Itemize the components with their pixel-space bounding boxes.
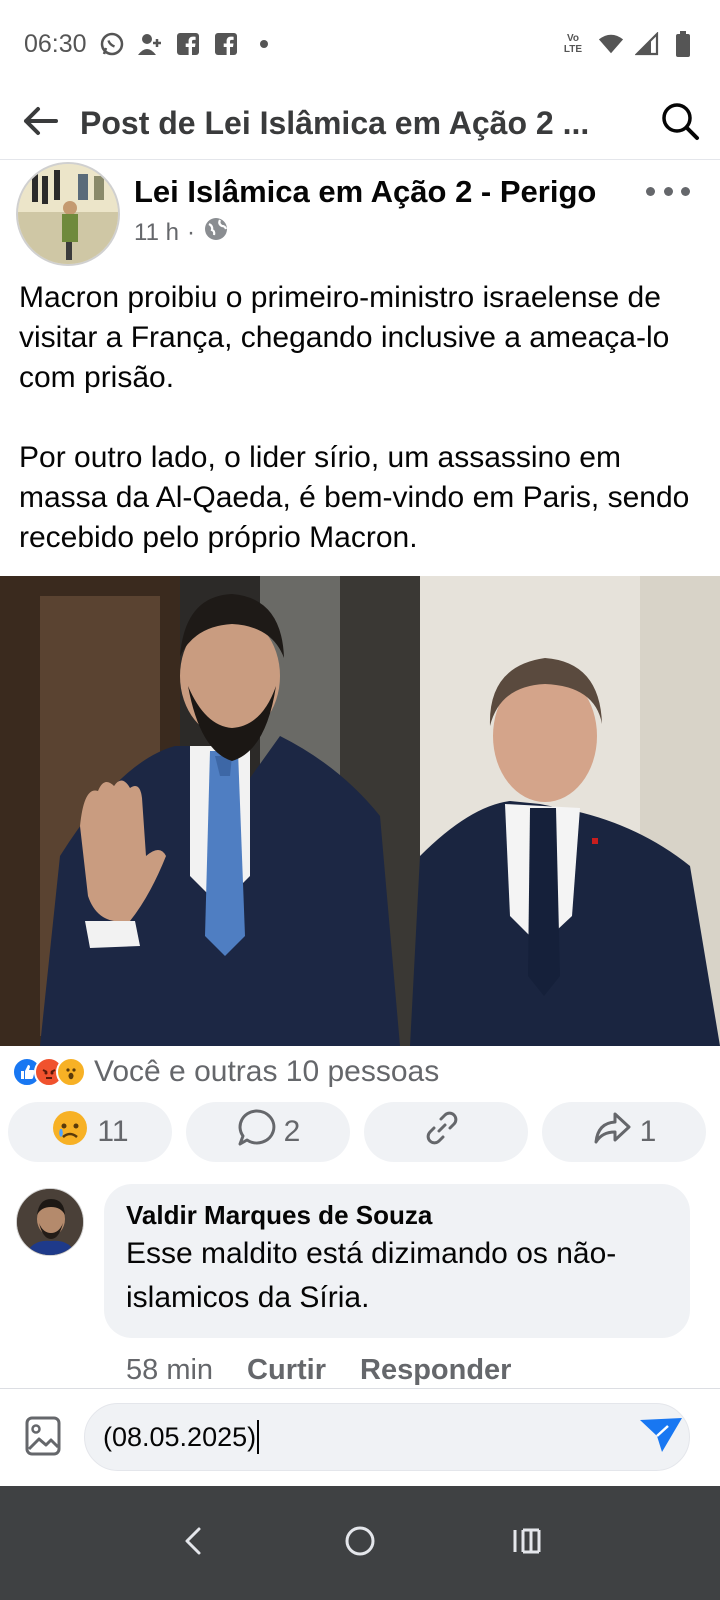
network-label: Vo LTE (563, 33, 583, 55)
person-add-icon (137, 31, 163, 57)
post-photo[interactable] (0, 576, 720, 1046)
top-bar: Post de Lei Islâmica em Ação 2 ... (0, 88, 720, 160)
signal-icon (634, 31, 660, 57)
search-icon (660, 101, 700, 146)
back-button[interactable] (0, 88, 80, 160)
home-circle-icon (344, 1525, 376, 1562)
status-time: 06:30 (24, 29, 87, 58)
like-comment-button[interactable]: Curtir (247, 1354, 326, 1387)
comment-count: 2 (283, 1115, 301, 1148)
sad-emoji-icon (51, 1109, 89, 1155)
whatsapp-icon (99, 31, 125, 57)
page-title: Post de Lei Islâmica em Ação 2 ... (80, 105, 590, 141)
more-options-button[interactable] (646, 176, 690, 206)
comment-bubble[interactable]: Valdir Marques de Souza Esse maldito est… (104, 1184, 690, 1338)
reactions-text: Você e outras 10 pessoas (94, 1055, 440, 1088)
link-icon (422, 1108, 462, 1156)
dot (646, 186, 655, 196)
add-photo-button[interactable] (18, 1413, 68, 1463)
post-paragraph: Macron proibiu o primeiro-ministro israe… (19, 281, 670, 394)
comment-composer: (08.05.2025) (0, 1388, 720, 1486)
reaction-button[interactable]: 11 (8, 1102, 172, 1162)
post-paragraph: Por outro lado, o lider sírio, um assass… (19, 441, 690, 554)
wifi-icon (598, 31, 624, 57)
copy-link-button[interactable] (364, 1102, 528, 1162)
facebook-icon (175, 31, 201, 57)
reactions-summary[interactable]: Você e outras 10 pessoas (12, 1052, 439, 1092)
comment-input-value: (08.05.2025) (103, 1421, 257, 1452)
search-button[interactable] (640, 88, 720, 160)
volte-icon: Vo LTE (558, 31, 588, 57)
comment-button[interactable]: 2 (186, 1102, 350, 1162)
image-icon (24, 1415, 62, 1462)
page-name[interactable]: Lei Islâmica em Ação 2 - Perigo (134, 174, 596, 210)
send-button[interactable] (636, 1411, 686, 1461)
nav-back-button[interactable] (163, 1513, 223, 1573)
arrow-left-icon (22, 106, 58, 141)
facebook-icon (213, 31, 239, 57)
page-avatar[interactable] (16, 162, 120, 266)
comment-actions: 58 min Curtir Responder (126, 1354, 511, 1387)
chevron-left-icon (181, 1526, 205, 1561)
post-text: Macron proibiu o primeiro-ministro israe… (19, 278, 709, 598)
send-icon (638, 1414, 684, 1459)
dot-icon (251, 31, 277, 57)
reaction-count: 11 (97, 1115, 129, 1148)
globe-icon (203, 216, 229, 249)
battery-icon (670, 31, 696, 57)
post-header: Lei Islâmica em Ação 2 - Perigo 11 h · (0, 160, 720, 270)
nav-recents-button[interactable] (497, 1513, 557, 1573)
system-navigation-bar (0, 1486, 720, 1600)
comment-text: Esse maldito está dizimando os não-islam… (126, 1237, 617, 1314)
nav-home-button[interactable] (330, 1513, 390, 1573)
comment-icon (236, 1108, 276, 1156)
post-meta: 11 h · (134, 216, 229, 249)
comment-author[interactable]: Valdir Marques de Souza (126, 1198, 668, 1232)
meta-separator: · (186, 218, 195, 246)
reaction-emojis (12, 1057, 86, 1087)
share-count: 1 (639, 1115, 657, 1148)
reply-button[interactable]: Responder (360, 1354, 511, 1387)
share-icon (592, 1108, 632, 1156)
dot (681, 186, 690, 196)
share-button[interactable]: 1 (542, 1102, 706, 1162)
wow-reaction-icon (56, 1057, 86, 1087)
comment-input[interactable]: (08.05.2025) (84, 1403, 690, 1471)
post-time[interactable]: 11 h (134, 219, 179, 247)
recents-icon (511, 1527, 543, 1560)
comment-time: 58 min (126, 1354, 214, 1386)
avatar[interactable] (16, 1188, 84, 1256)
dot (663, 186, 673, 196)
status-bar: 06:30 Vo LTE (0, 0, 720, 88)
text-caret (257, 1420, 260, 1454)
action-row: 11 2 1 (8, 1102, 712, 1162)
